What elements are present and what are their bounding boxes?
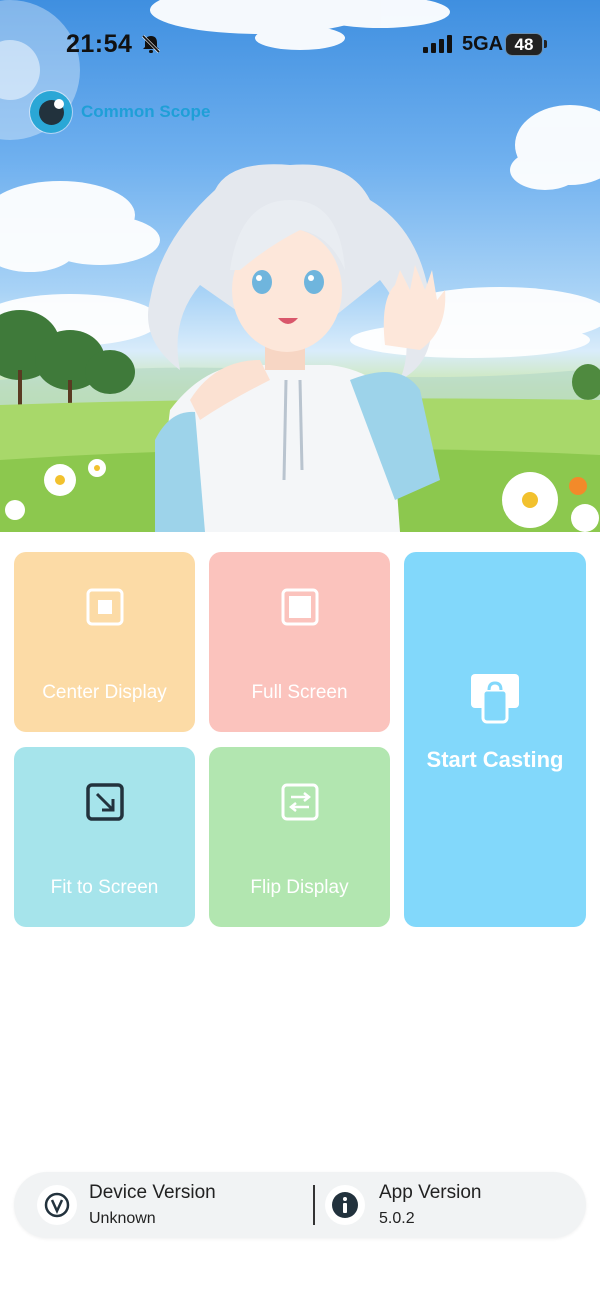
center-square-icon xyxy=(86,588,123,626)
version-footer: Device Version Unknown App Version 5.0.2 xyxy=(14,1172,586,1238)
footer-divider xyxy=(313,1185,315,1225)
info-icon xyxy=(332,1192,358,1218)
battery-icon: 48 xyxy=(505,33,543,56)
brand-name: Common Scope xyxy=(81,102,211,121)
status-bar: 21:54 5GA 48 xyxy=(0,0,600,90)
flip-arrows-icon xyxy=(281,783,318,821)
cast-icon xyxy=(471,674,519,724)
center-display-label: Center Display xyxy=(42,682,167,703)
device-info xyxy=(37,1185,77,1225)
center-display-button[interactable]: Center Display xyxy=(14,552,195,732)
device-version-title: Device Version xyxy=(89,1182,216,1203)
battery-nub xyxy=(544,40,547,48)
network-type: 5GA xyxy=(462,33,504,55)
eye-logo-icon xyxy=(30,91,72,133)
start-casting-label: Start Casting xyxy=(426,747,564,772)
app-version-value: 5.0.2 xyxy=(379,1210,415,1227)
full-square-icon xyxy=(281,588,318,626)
start-casting-button[interactable]: Start Casting xyxy=(404,552,586,927)
status-time: 21:54 xyxy=(66,30,133,58)
full-screen-label: Full Screen xyxy=(251,682,348,703)
bell-slash-icon xyxy=(141,34,161,54)
fit-to-screen-button[interactable]: Fit to Screen xyxy=(14,747,195,927)
flip-display-button[interactable]: Flip Display xyxy=(209,747,390,927)
app-info xyxy=(325,1185,365,1225)
brand: Common Scope xyxy=(30,90,210,134)
full-screen-button[interactable]: Full Screen xyxy=(209,552,390,732)
device-logo-icon xyxy=(44,1192,70,1218)
fit-to-screen-label: Fit to Screen xyxy=(50,877,159,898)
flip-display-label: Flip Display xyxy=(250,877,349,898)
signal-bars-icon xyxy=(423,35,452,53)
fit-arrow-icon xyxy=(85,783,124,821)
hero-banner: 21:54 5GA 48 Common Scope xyxy=(0,0,600,532)
device-version-value: Unknown xyxy=(89,1210,156,1227)
app-version-title: App Version xyxy=(379,1182,482,1203)
